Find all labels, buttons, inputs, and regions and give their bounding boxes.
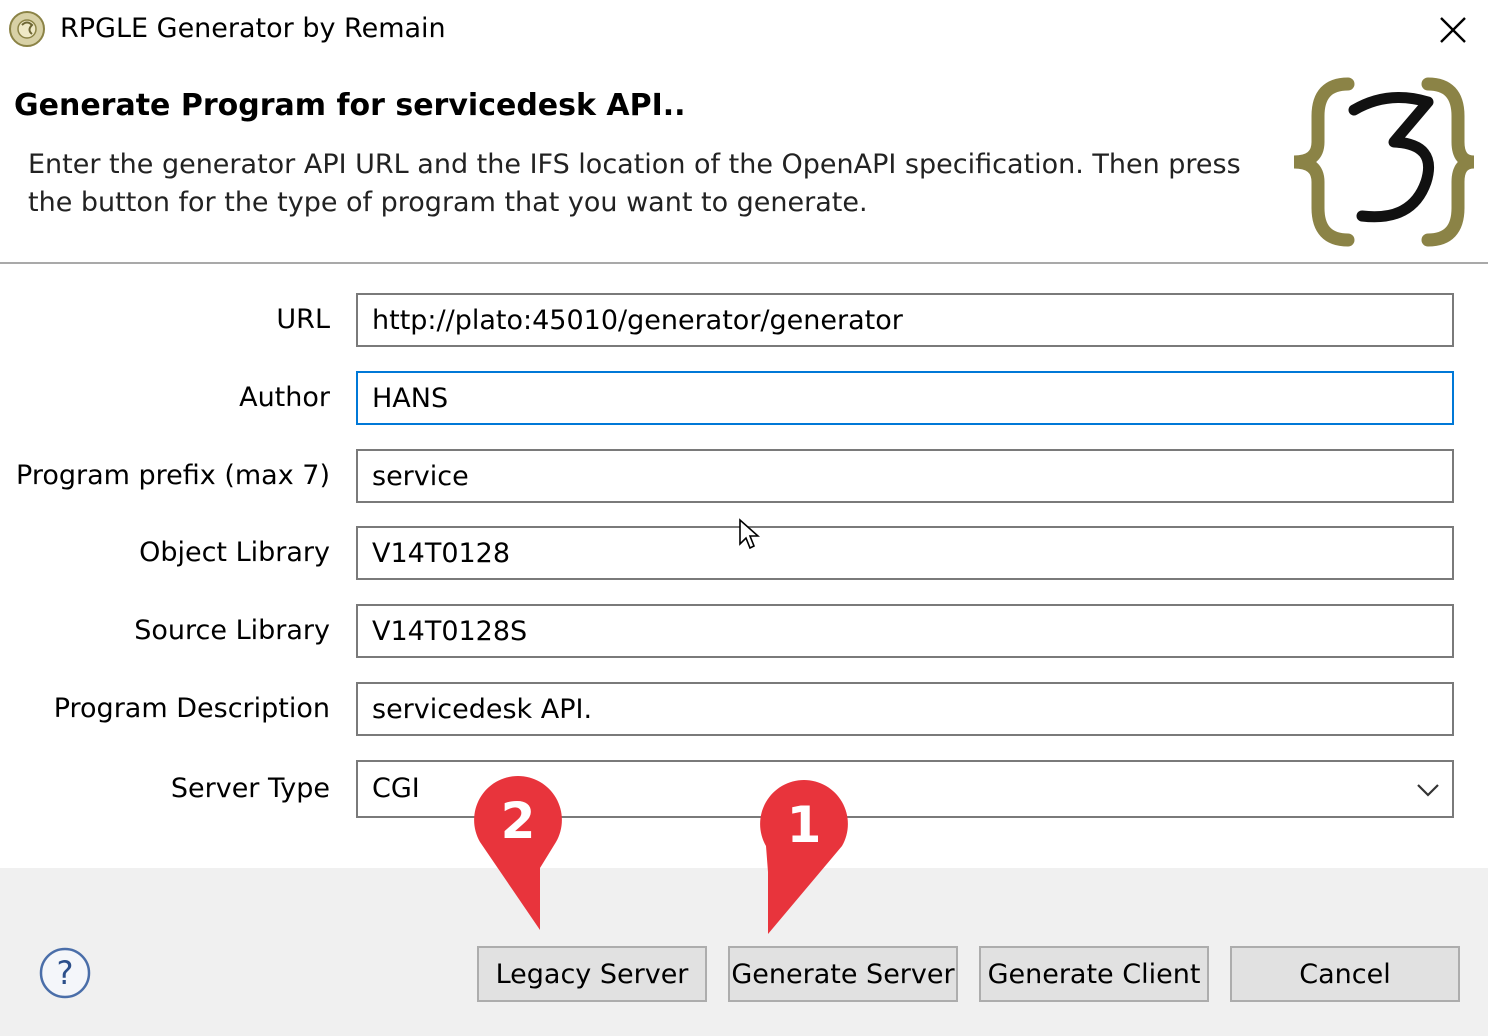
source-library-row: Source Library [0,604,1488,658]
close-icon [1440,17,1466,43]
generate-server-button[interactable]: Generate Server [728,946,958,1002]
generate-client-button[interactable]: Generate Client [979,946,1209,1002]
author-row: Author [0,371,1488,425]
chevron-down-icon [1417,784,1439,797]
remain-app-icon [9,11,45,47]
help-icon[interactable]: ? [38,946,92,1000]
mouse-cursor-icon [739,518,760,550]
server-type-value: CGI [372,773,420,804]
window-title: RPGLE Generator by Remain [60,13,446,44]
title-bar: RPGLE Generator by Remain [0,0,1488,58]
page-description: Enter the generator API URL and the IFS … [28,149,1241,218]
server-type-label: Server Type [170,773,330,804]
program-prefix-input[interactable] [356,449,1454,503]
server-type-row: Server Type CGI [0,760,1488,818]
annotation-label-1: 1 [787,796,822,854]
program-prefix-row: Program prefix (max 7) [0,449,1488,503]
page-title: Generate Program for servicedesk API.. [14,88,686,123]
cancel-button[interactable]: Cancel [1230,946,1460,1002]
author-label: Author [239,382,330,413]
source-library-label: Source Library [134,615,330,646]
wizard-header: Generate Program for servicedesk API.. E… [0,58,1488,263]
program-prefix-label: Program prefix (max 7) [16,460,330,491]
program-description-row: Program Description [0,682,1488,736]
source-library-input[interactable] [356,604,1454,658]
close-button[interactable] [1424,8,1482,52]
program-description-input[interactable] [356,682,1454,736]
dialog-footer: ? Legacy Server Generate Server Generate… [0,868,1488,1036]
svg-text:?: ? [57,954,74,992]
annotation-label-2: 2 [501,792,536,850]
object-library-label: Object Library [139,537,330,568]
legacy-server-button[interactable]: Legacy Server [477,946,707,1002]
url-label: URL [276,304,330,335]
object-library-input[interactable] [356,526,1454,580]
annotation-marker-1: 1 [760,780,848,934]
remain-logo [1293,77,1475,247]
annotation-marker-2: 2 [474,776,562,930]
url-input[interactable] [356,293,1454,347]
author-input[interactable] [356,371,1454,425]
program-description-label: Program Description [53,693,330,724]
header-separator [0,262,1488,264]
url-row: URL [0,293,1488,347]
